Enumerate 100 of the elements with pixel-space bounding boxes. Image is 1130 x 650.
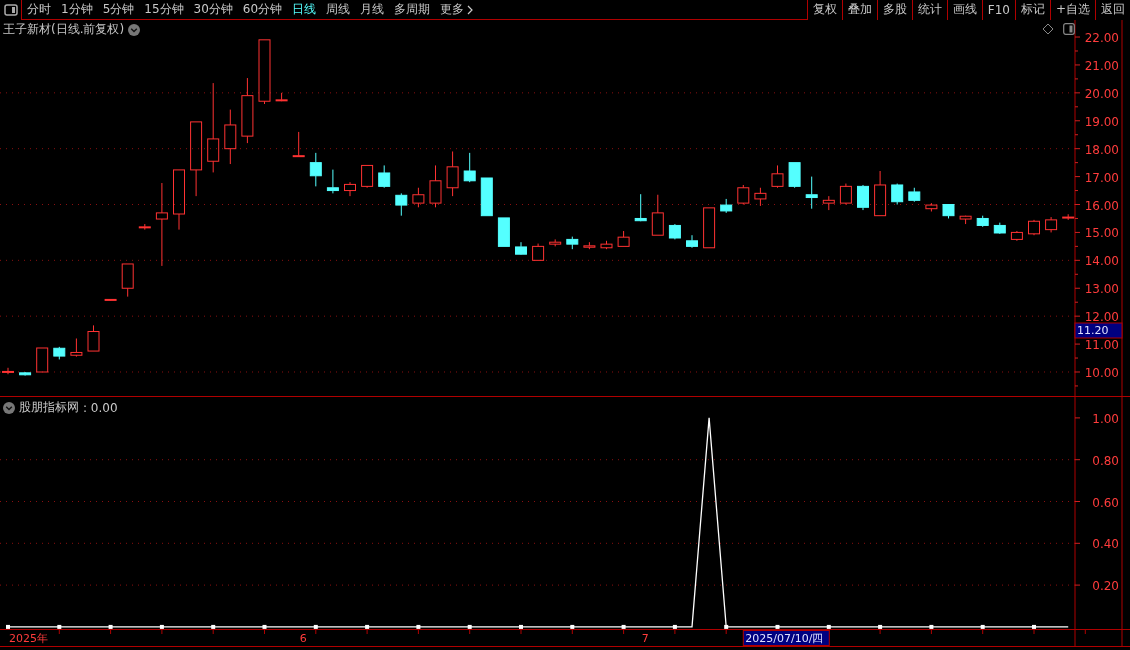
candlestick: [874, 170, 887, 217]
toolbar-button[interactable]: 返回: [1095, 0, 1130, 20]
candlestick: [1045, 216, 1058, 233]
period-tab[interactable]: 月线: [355, 1, 390, 18]
price-axis-label: 14.00: [1084, 254, 1119, 269]
candlestick: [1062, 213, 1075, 221]
toolbar-button[interactable]: 叠加: [841, 0, 877, 20]
indicator-name: 股朋指标网: [19, 399, 79, 416]
panel-toggle-icon[interactable]: [1063, 23, 1075, 35]
candlestick: [942, 204, 955, 219]
indicator-axis-label: 1.00: [1092, 411, 1119, 426]
candlestick: [515, 241, 527, 256]
price-axis-label: 17.00: [1084, 170, 1119, 185]
period-tab[interactable]: 15分钟: [139, 1, 189, 18]
indicator-axis-label: 0.80: [1092, 453, 1119, 468]
price-axis-label: 21.00: [1084, 58, 1119, 73]
period-tab[interactable]: 多周期: [389, 1, 436, 18]
period-tab[interactable]: 30分钟: [188, 1, 238, 18]
candlestick: [976, 215, 989, 228]
candlestick: [583, 241, 596, 250]
price-axis-label: 18.00: [1084, 142, 1119, 157]
candlestick: [908, 187, 921, 203]
price-axis-label: 15.00: [1084, 226, 1119, 241]
candlestick: [993, 222, 1006, 235]
indicator-value: : 0.00: [83, 400, 118, 415]
indicator-axis-label: 0.40: [1092, 537, 1119, 552]
candlestick: [326, 169, 339, 194]
toolbar-button[interactable]: 多股: [876, 0, 912, 20]
price-axis-label: 22.00: [1084, 31, 1119, 46]
toolbar-button[interactable]: 复权: [806, 0, 842, 20]
point-marker: [211, 624, 216, 629]
cursor-date-label: 2025/07/10/四: [742, 630, 830, 646]
point-marker: [1032, 624, 1036, 629]
candlestick: [788, 162, 801, 189]
period-tab[interactable]: 分时: [22, 1, 56, 18]
point-marker: [878, 624, 883, 629]
candlestick: [617, 230, 630, 247]
candlestick: [497, 217, 510, 247]
candlestick: [771, 164, 784, 189]
candlestick: [19, 371, 32, 377]
price-axis-label: 11.00: [1084, 338, 1119, 353]
candlestick: [925, 202, 938, 212]
point-marker: [570, 624, 575, 629]
cursor-price-label: 11.20: [1074, 322, 1123, 339]
toolbar-button[interactable]: 画线: [946, 0, 982, 20]
point-marker: [365, 624, 370, 629]
more-menu[interactable]: 更多: [435, 1, 480, 18]
candlestick: [138, 223, 151, 231]
candlestick: [292, 131, 305, 158]
period-tab[interactable]: 周线: [321, 1, 356, 18]
candlestick: [121, 263, 134, 298]
indicator-axis-label: 0.60: [1092, 495, 1119, 510]
toolbar-button[interactable]: +自选: [1049, 0, 1095, 20]
candlestick: [378, 164, 391, 189]
candlestick: [857, 184, 869, 211]
panel-toggle-button[interactable]: [0, 0, 22, 20]
diamond-icon[interactable]: [1042, 23, 1054, 35]
date-axis-label: 6: [299, 632, 307, 645]
candlestick: [361, 164, 374, 189]
panel-toggle-icon: [3, 3, 18, 16]
point-marker: [672, 624, 677, 629]
candlestick: [651, 194, 664, 236]
candlestick: [446, 150, 459, 197]
toolbar-button[interactable]: 标记: [1014, 0, 1050, 20]
candlestick: [634, 193, 647, 222]
period-tab[interactable]: 日线: [287, 1, 322, 18]
candlestick: [891, 183, 904, 205]
candlestick: [87, 324, 100, 352]
toolbar-button[interactable]: 统计: [911, 0, 947, 20]
period-tab[interactable]: 5分钟: [97, 1, 140, 18]
candlestick: [258, 39, 271, 105]
point-marker: [6, 624, 10, 629]
candlestick: [754, 187, 767, 207]
price-axis-label: 13.00: [1084, 282, 1119, 297]
point-marker: [467, 624, 472, 629]
candlestick: [686, 234, 698, 249]
period-tab[interactable]: 1分钟: [56, 1, 98, 18]
candlestick: [1028, 219, 1040, 236]
candlestick: [1010, 230, 1023, 242]
candlestick: [53, 346, 66, 360]
candlestick: [737, 184, 750, 205]
candlestick: [104, 298, 117, 301]
candlestick: [566, 236, 579, 250]
period-tab[interactable]: 60分钟: [237, 1, 288, 18]
candlestick: [70, 338, 83, 358]
candlestick: [600, 240, 613, 250]
stock-title: 王子新材(日线.前复权): [3, 21, 125, 38]
candlestick: [822, 195, 835, 211]
point-marker: [57, 624, 62, 629]
dropdown-icon[interactable]: [3, 401, 15, 414]
candlestick: [275, 92, 288, 102]
point-marker: [159, 624, 164, 629]
candlestick: [959, 215, 972, 225]
candlestick: [344, 181, 356, 197]
point-marker: [929, 624, 934, 629]
dropdown-icon[interactable]: [128, 23, 141, 36]
toolbar-button[interactable]: F10: [981, 0, 1015, 20]
candlestick: [532, 243, 545, 261]
price-axis-label: 19.00: [1084, 114, 1119, 129]
candlestick: [463, 152, 476, 183]
